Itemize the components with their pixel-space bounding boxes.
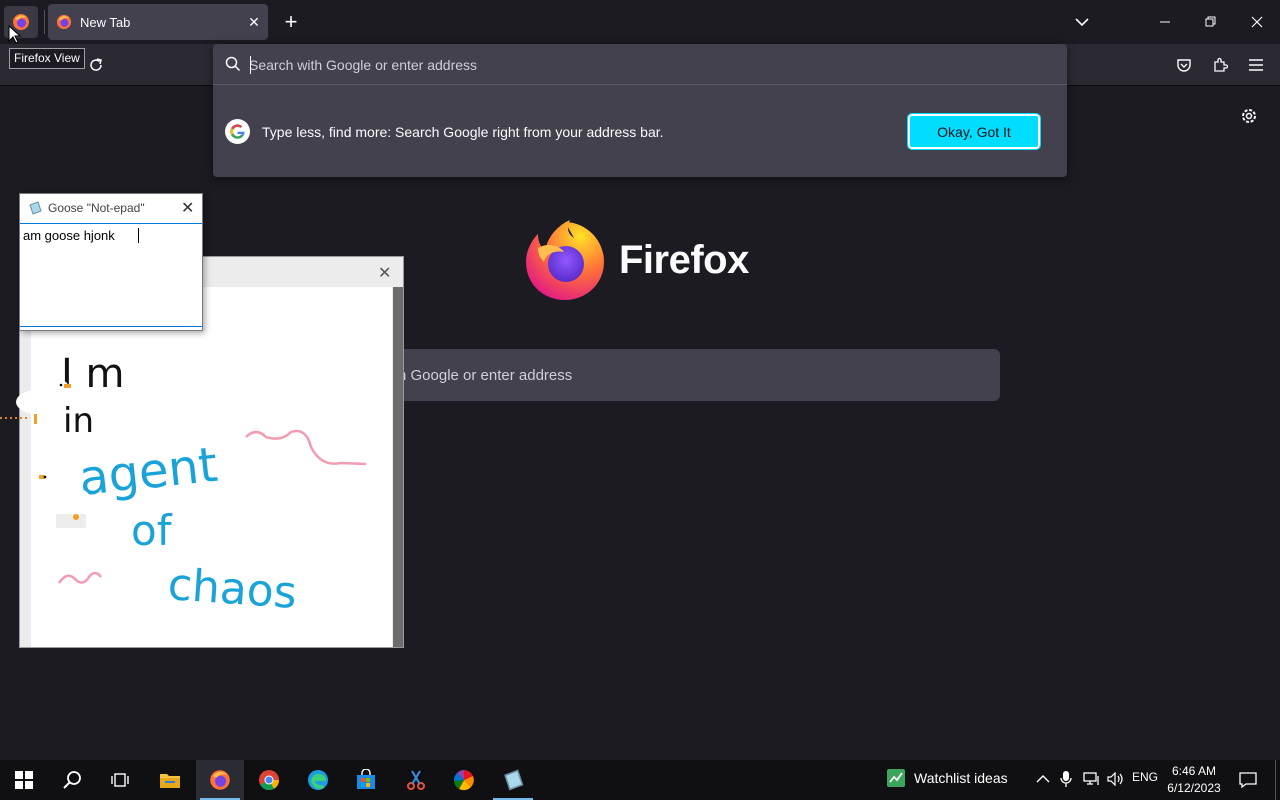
notepad-text: am goose hjonk — [23, 228, 115, 243]
taskbar-snipping-tool[interactable] — [392, 760, 440, 800]
chevron-down-icon — [1075, 18, 1089, 27]
firefox-view-tooltip: Firefox View — [9, 48, 85, 69]
firefox-icon — [56, 14, 72, 30]
pocket-button[interactable] — [1170, 51, 1198, 79]
taskbar-firefox[interactable] — [196, 760, 244, 800]
restore-icon — [1205, 16, 1216, 27]
color-wheel-icon — [453, 770, 474, 791]
taskbar-color-app[interactable] — [440, 760, 488, 800]
firefox-logo — [526, 220, 604, 300]
stocks-icon — [887, 769, 905, 787]
close-icon[interactable]: ✕ — [378, 263, 391, 283]
store-icon — [357, 769, 375, 789]
new-tab-button[interactable]: + — [278, 8, 304, 36]
close-tab-icon[interactable]: ✕ — [240, 14, 268, 31]
taskbar-chrome[interactable] — [245, 760, 293, 800]
handwriting-chaos: chaos — [166, 559, 298, 619]
handwriting-of: of — [131, 506, 173, 555]
taskbar-edge[interactable] — [294, 760, 342, 800]
hamburger-icon — [1249, 59, 1263, 71]
clock[interactable]: 6:46 AM 6/12/2023 — [1160, 763, 1228, 797]
divider — [213, 84, 1067, 85]
search-button[interactable] — [48, 760, 96, 800]
scissors-icon — [407, 770, 425, 790]
taskbar-file-explorer[interactable] — [146, 760, 194, 800]
puzzle-icon — [1214, 57, 1228, 72]
reload-button[interactable] — [82, 51, 110, 79]
notification-icon[interactable] — [1239, 771, 1257, 789]
notepad-title: Goose "Not-epad" — [48, 201, 145, 215]
tab-title: New Tab — [80, 14, 131, 30]
minimize-button[interactable] — [1142, 0, 1188, 44]
scrollbar[interactable] — [393, 287, 403, 647]
urlbar-dropdown: Type less, find more: Search Google righ… — [213, 44, 1067, 177]
gear-icon[interactable] — [1237, 104, 1261, 128]
watchlist-widget[interactable]: Watchlist ideas — [886, 768, 1008, 788]
microphone-icon[interactable] — [1060, 770, 1072, 788]
volume-icon[interactable] — [1107, 772, 1125, 786]
text-caret — [138, 228, 139, 243]
url-input[interactable] — [249, 54, 1049, 76]
start-button[interactable] — [0, 760, 48, 800]
text-caret — [250, 56, 251, 74]
task-view-icon — [111, 773, 129, 787]
pocket-icon — [1177, 59, 1191, 72]
goose-icon[interactable] — [0, 372, 80, 432]
okay-got-it-button[interactable]: Okay, Got It — [907, 113, 1041, 150]
taskbar-goose-notepad[interactable] — [489, 760, 537, 800]
task-view-button[interactable] — [96, 760, 144, 800]
minimize-icon — [1160, 21, 1170, 23]
taskbar-store[interactable] — [342, 760, 390, 800]
close-icon[interactable]: ✕ — [181, 198, 194, 218]
home-search-placeholder: h Google or enter address — [398, 367, 573, 384]
goose-icon[interactable] — [36, 462, 102, 534]
watchlist-text: Watchlist ideas — [914, 770, 1008, 786]
restore-button[interactable] — [1188, 0, 1234, 44]
tab-separator — [44, 10, 45, 34]
edge-icon — [308, 770, 328, 790]
notepad-icon — [29, 201, 42, 215]
network-icon[interactable] — [1083, 772, 1101, 786]
search-icon — [63, 771, 81, 789]
clock-date: 6/12/2023 — [1167, 781, 1221, 795]
close-icon — [1251, 16, 1263, 28]
firefox-icon — [210, 770, 230, 790]
list-all-tabs-button[interactable] — [1068, 8, 1096, 36]
close-window-button[interactable] — [1234, 0, 1280, 44]
language-indicator[interactable]: ENG — [1132, 770, 1158, 784]
goose-notepad-window[interactable]: Goose "Not-epad" ✕ am goose hjonk — [19, 193, 203, 331]
reload-icon — [90, 58, 102, 71]
extensions-button[interactable] — [1206, 51, 1234, 79]
google-icon — [225, 119, 250, 144]
mouse-cursor-icon — [8, 25, 22, 44]
clock-time: 6:46 AM — [1171, 764, 1217, 778]
pink-scribble — [57, 571, 102, 584]
chevron-up-icon[interactable] — [1036, 774, 1050, 784]
notepad-icon — [504, 769, 524, 791]
show-desktop-divider[interactable] — [1275, 760, 1276, 800]
tab-new-tab[interactable]: New Tab ✕ — [48, 4, 268, 40]
windows-icon — [15, 771, 33, 789]
search-tip-text: Type less, find more: Search Google righ… — [262, 124, 664, 140]
pink-scribble — [245, 429, 367, 466]
search-icon — [225, 56, 241, 72]
chrome-icon — [259, 770, 280, 791]
firefox-wordmark: Firefox — [619, 238, 749, 282]
app-menu-button[interactable] — [1242, 51, 1270, 79]
folder-icon — [160, 774, 180, 788]
